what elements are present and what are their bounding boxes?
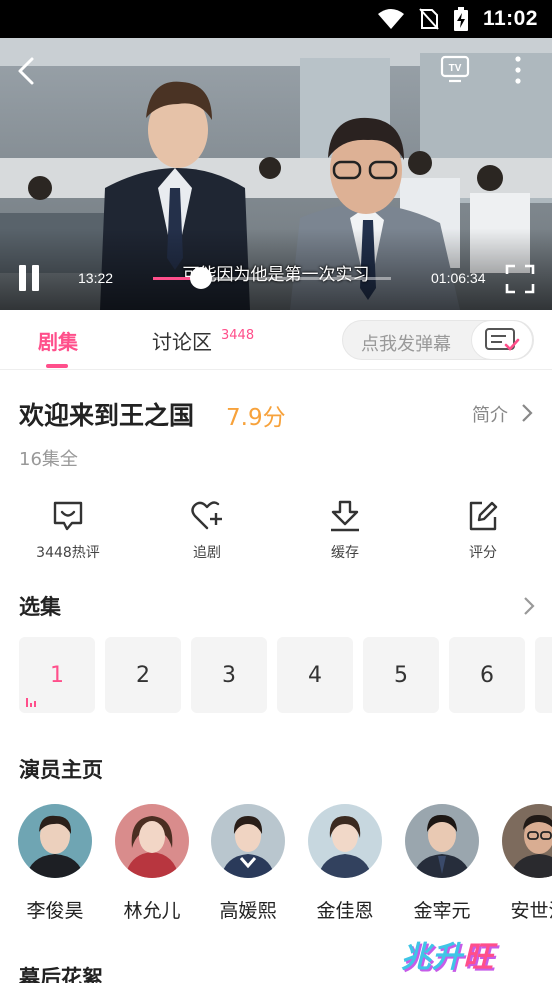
actor-name: 金宰元 (413, 900, 471, 922)
tab-discussion[interactable]: 讨论区 (152, 326, 212, 355)
follow-button[interactable]: 追剧 (157, 498, 257, 562)
battery-charging-icon (453, 7, 468, 31)
episode-1-button[interactable]: 1 (19, 637, 95, 713)
avatar (18, 804, 92, 878)
tab-episodes[interactable]: 剧集 (38, 326, 78, 355)
cast-section-title: 演员主页 (19, 758, 103, 782)
heart-plus-icon (191, 501, 222, 530)
chevron-right-icon[interactable] (522, 596, 536, 616)
danmu-icon (485, 328, 520, 351)
actor-card[interactable]: 林允儿 (113, 804, 191, 923)
no-sim-icon (419, 8, 439, 30)
actor-card[interactable]: 李俊昊 (16, 804, 94, 923)
wifi-icon (377, 9, 404, 29)
danmu-input[interactable]: 点我发弹幕 (342, 320, 534, 360)
status-bar: 11:02 (0, 0, 552, 38)
episode-number: 4 (308, 662, 322, 688)
actor-name: 高媛熙 (219, 900, 277, 922)
tv-label: TV (449, 63, 462, 74)
chevron-right-icon[interactable] (520, 403, 534, 423)
progress-knob[interactable] (189, 267, 212, 289)
episode-6-button[interactable]: 6 (449, 637, 525, 713)
watermark-part2: 旺 (463, 940, 494, 975)
rate-button[interactable]: 评分 (433, 498, 533, 562)
episode-5-button[interactable]: 5 (363, 637, 439, 713)
tv-icon: TV (440, 55, 470, 83)
actor-name: 林允儿 (123, 900, 181, 922)
intro-link[interactable]: 简介 (472, 401, 508, 427)
follow-label: 追剧 (193, 545, 221, 561)
download-button[interactable]: 缓存 (295, 498, 395, 562)
progress-bar[interactable] (153, 267, 391, 289)
episode-number: 5 (394, 662, 408, 688)
watermark-part1: 兆升 (401, 940, 463, 975)
discussion-count-badge: 3448 (221, 328, 255, 343)
fullscreen-icon[interactable] (505, 264, 535, 294)
tab-bar: 剧集 讨论区 3448 点我发弹幕 (0, 310, 552, 370)
download-label: 缓存 (331, 545, 359, 561)
download-icon (331, 500, 359, 532)
show-score: 7.9分 (226, 405, 286, 431)
back-icon[interactable] (16, 56, 36, 86)
edit-icon (469, 501, 498, 531)
episode-next-partial[interactable] (535, 637, 552, 713)
actor-card[interactable]: 安世浩 (500, 804, 552, 923)
rate-label: 评分 (469, 545, 497, 561)
episode-2-button[interactable]: 2 (105, 637, 181, 713)
danmu-placeholder: 点我发弹幕 (361, 334, 451, 355)
episode-3-button[interactable]: 3 (191, 637, 267, 713)
playing-indicator-icon (26, 698, 36, 707)
danmu-settings-button[interactable] (471, 320, 533, 360)
pause-icon[interactable] (17, 264, 41, 292)
actor-card[interactable]: 高媛熙 (209, 804, 287, 923)
tv-cast-button[interactable]: TV (440, 54, 470, 84)
episode-4-button[interactable]: 4 (277, 637, 353, 713)
app-screen: 11:02 TV 可能因为他是第一次实习 13:22 01:06:34 剧集 讨… (0, 0, 552, 983)
avatar (211, 804, 285, 878)
episode-number: 3 (222, 662, 236, 688)
actor-card[interactable]: 金佳恩 (306, 804, 384, 923)
hot-comments-label: 3448热评 (36, 545, 100, 561)
actor-name: 金佳恩 (316, 900, 374, 922)
current-time: 13:22 (78, 270, 114, 286)
behind-scenes-title: 幕后花絮 (19, 966, 103, 983)
actor-name: 安世浩 (510, 900, 552, 922)
watermark-logo: 兆升旺 (401, 932, 494, 976)
avatar (115, 804, 189, 878)
status-time: 11:02 (482, 7, 538, 30)
episodes-section-title: 选集 (19, 595, 61, 619)
tab-active-indicator (46, 364, 68, 368)
actor-name: 李俊昊 (26, 900, 84, 922)
avatar (405, 804, 479, 878)
more-icon[interactable] (513, 55, 523, 85)
avatar (502, 804, 552, 878)
episodes-info: 16集全 (19, 449, 78, 470)
hot-comments-button[interactable]: 3448热评 (18, 498, 118, 562)
show-title: 欢迎来到王之国 (19, 401, 195, 430)
episode-number: 2 (136, 662, 150, 688)
actor-card[interactable]: 金宰元 (403, 804, 481, 923)
episode-number: 6 (480, 662, 494, 688)
total-time: 01:06:34 (431, 270, 486, 286)
avatar (308, 804, 382, 878)
video-player[interactable]: TV 可能因为他是第一次实习 13:22 01:06:34 (0, 38, 552, 310)
comment-smile-icon (53, 501, 83, 531)
episode-number: 1 (50, 662, 64, 688)
